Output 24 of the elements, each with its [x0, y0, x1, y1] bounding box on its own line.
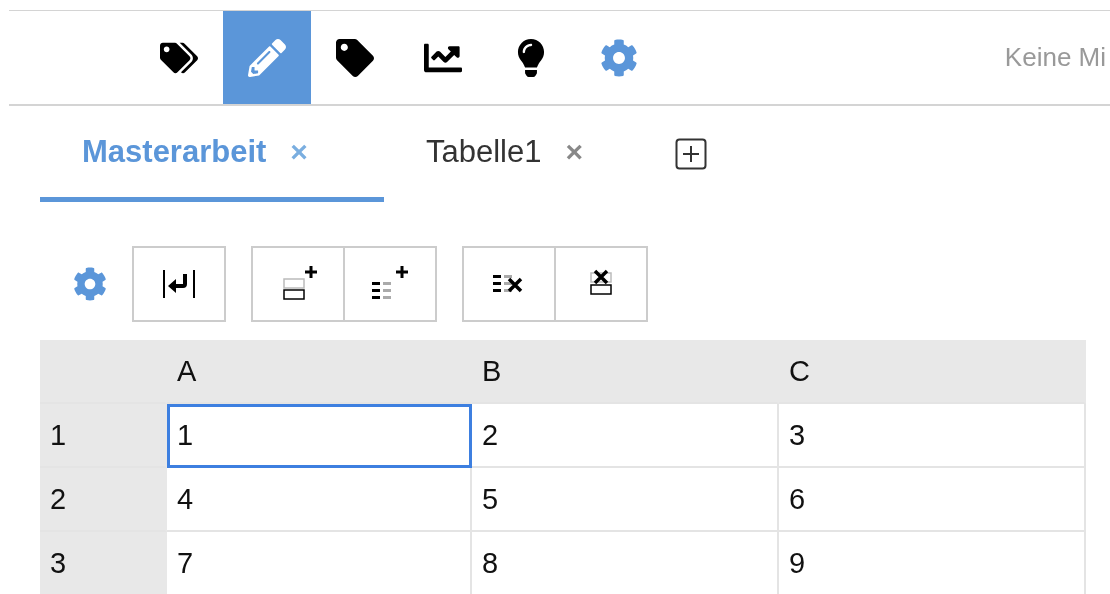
- tab-label: Masterarbeit: [82, 133, 267, 170]
- toolbar-button[interactable]: [132, 246, 226, 322]
- enter-icon: [161, 268, 197, 300]
- table-cell[interactable]: 9: [779, 532, 1086, 594]
- table-cell[interactable]: 7: [167, 532, 472, 594]
- toolbar-button[interactable]: [462, 246, 556, 322]
- table-cell[interactable]: 4: [167, 468, 472, 532]
- table-cell[interactable]: 6: [779, 468, 1086, 532]
- settings-icon: [600, 38, 638, 77]
- settings-icon[interactable]: [73, 267, 107, 301]
- add-tab-icon[interactable]: [675, 138, 707, 170]
- toolbar-button[interactable]: [554, 246, 648, 322]
- status-text: Keine Mi: [1004, 42, 1106, 73]
- close-tab-button[interactable]: ×: [565, 134, 583, 169]
- table-cell[interactable]: 1: [167, 404, 472, 468]
- table-cell[interactable]: 2: [472, 404, 779, 468]
- table-cell[interactable]: 8: [472, 532, 779, 594]
- tab-label: Tabelle1: [426, 133, 542, 170]
- toolbar-button[interactable]: [251, 246, 345, 322]
- tag-icon: [336, 38, 374, 77]
- table-cell[interactable]: 5: [472, 468, 779, 532]
- document-tab[interactable]: Tabelle1 ×: [384, 106, 625, 202]
- pencil-icon: [248, 38, 286, 77]
- table-cell[interactable]: 3: [779, 404, 1086, 468]
